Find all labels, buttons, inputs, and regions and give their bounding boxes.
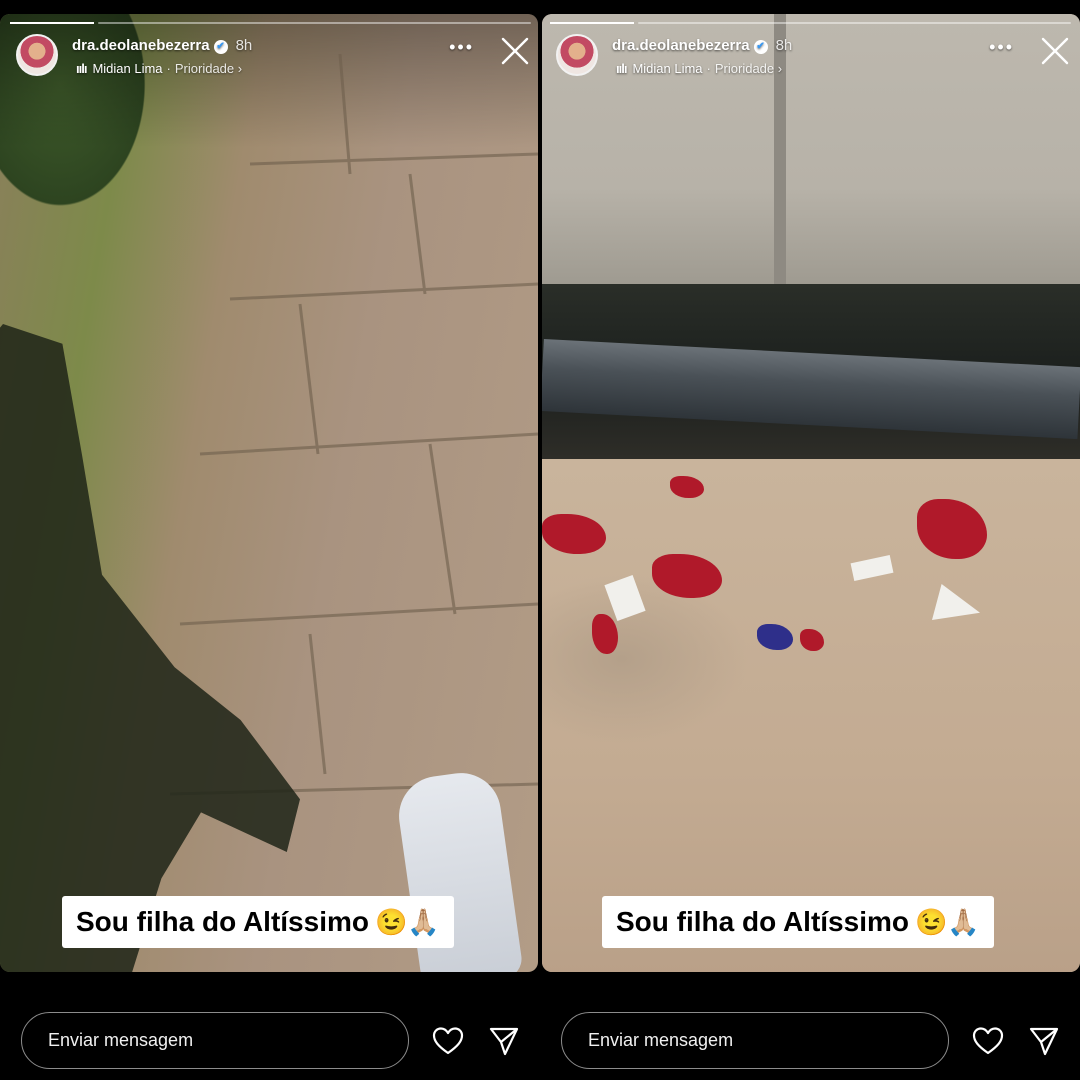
avatar[interactable] <box>556 34 598 76</box>
more-horizontal-icon[interactable]: ••• <box>449 38 474 56</box>
story-progress-segment-2 <box>638 22 1071 24</box>
caption-emojis: 😉🙏🏼 <box>914 907 980 937</box>
priority-label: Prioridade <box>174 61 235 76</box>
music-row[interactable]: ıılı Midian Lima · Prioridade › <box>616 61 782 76</box>
chevron-right-icon: › <box>777 61 783 76</box>
story-reply-bar <box>540 972 1080 1080</box>
caption-text: Sou filha do Altíssimo <box>616 906 909 937</box>
music-bars-icon: ıılı <box>76 61 87 76</box>
story-caption: Sou filha do Altíssimo 😉🙏🏼 <box>62 896 454 948</box>
music-artist: Midian Lima <box>632 61 703 76</box>
separator: · <box>166 61 171 76</box>
story-progress-segment-1 <box>10 22 94 24</box>
story-panel-right: dra.deolanebezerra ✔ 8h ıılı Midian Lima · Pr… <box>540 0 1080 1080</box>
username-row[interactable]: dra.deolanebezerra ✔ 8h <box>612 37 792 54</box>
story-caption: Sou filha do Altíssimo 😉🙏🏼 <box>602 896 994 948</box>
separator: · <box>706 61 711 76</box>
music-bars-icon: ıılı <box>616 61 627 76</box>
story-header: dra.deolanebezerra ✔ 8h ıılı Midian Lima · Pr… <box>16 34 530 84</box>
priority-label: Prioridade <box>714 61 775 76</box>
story-panel-left: dra.deolanebezerra ✔ 8h ıılı Midian Lima · Pr… <box>0 0 540 1080</box>
message-input[interactable] <box>561 1012 949 1069</box>
verified-badge-icon: ✔ <box>213 40 228 54</box>
heart-icon[interactable] <box>432 1026 464 1056</box>
username-row[interactable]: dra.deolanebezerra ✔ 8h <box>72 37 252 54</box>
broken-pottery-scene <box>542 14 1080 972</box>
story-header: dra.deolanebezerra ✔ 8h ıılı Midian Lima · Pr… <box>556 34 1070 84</box>
more-horizontal-icon[interactable]: ••• <box>989 38 1014 56</box>
caption-emojis: 😉🙏🏼 <box>374 907 440 937</box>
heart-icon[interactable] <box>972 1026 1004 1056</box>
post-time: 8h <box>775 37 793 54</box>
username[interactable]: dra.deolanebezerra <box>72 37 210 54</box>
story-reply-bar <box>0 972 540 1080</box>
music-artist: Midian Lima <box>92 61 163 76</box>
music-row[interactable]: ıılı Midian Lima · Prioridade › <box>76 61 242 76</box>
story-progress-segment-1 <box>550 22 634 24</box>
close-icon[interactable] <box>500 36 530 66</box>
story-progress-segment-2 <box>98 22 531 24</box>
story-media-image[interactable] <box>0 14 538 972</box>
username[interactable]: dra.deolanebezerra <box>612 37 750 54</box>
post-time: 8h <box>235 37 253 54</box>
send-paper-plane-icon[interactable] <box>1028 1025 1060 1057</box>
message-input[interactable] <box>21 1012 409 1069</box>
caption-text: Sou filha do Altíssimo <box>76 906 369 937</box>
avatar[interactable] <box>16 34 58 76</box>
story-media-image[interactable] <box>542 14 1080 972</box>
verified-badge-icon: ✔ <box>753 40 768 54</box>
send-paper-plane-icon[interactable] <box>488 1025 520 1057</box>
close-icon[interactable] <box>1040 36 1070 66</box>
chevron-right-icon: › <box>237 61 243 76</box>
